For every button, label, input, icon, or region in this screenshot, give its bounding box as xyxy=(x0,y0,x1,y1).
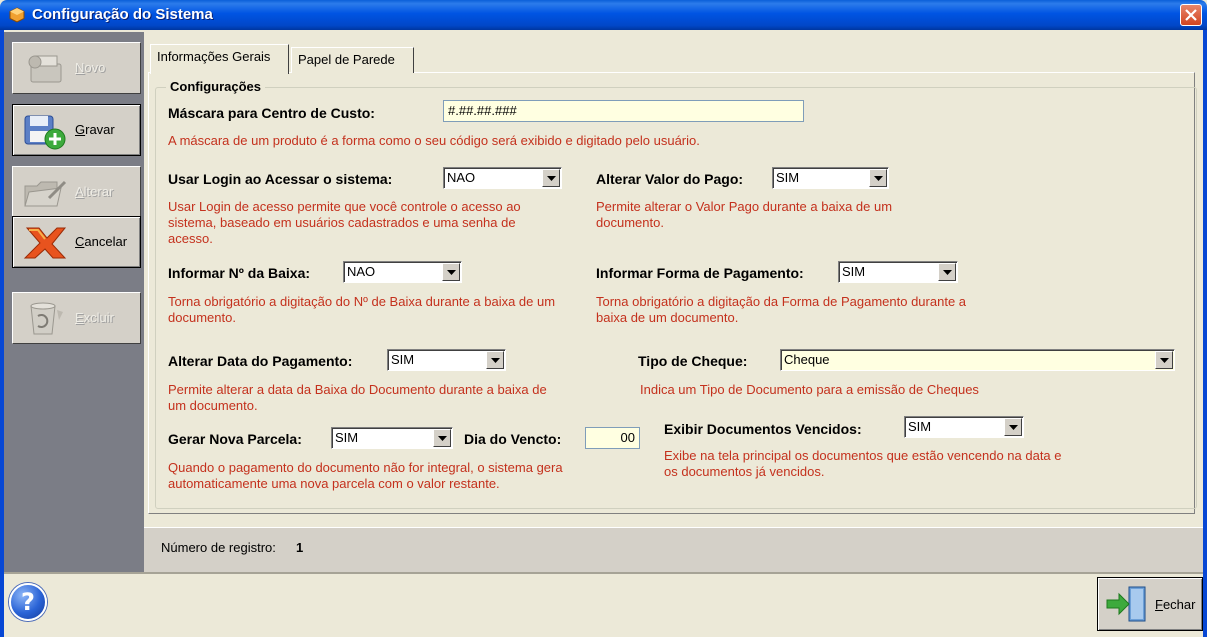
show-overdue-value: SIM xyxy=(908,419,932,434)
chevron-down-icon xyxy=(1009,425,1018,430)
save-button-label: Gravar xyxy=(75,122,115,137)
dropdown-arrow[interactable] xyxy=(869,169,887,187)
alter-date-description: Permite alterar a data da Baixa do Docum… xyxy=(168,382,547,413)
chevron-down-icon xyxy=(1160,358,1169,363)
new-button-label: Novo xyxy=(75,60,106,75)
close-button[interactable]: Fechar xyxy=(1097,577,1203,631)
payment-form-select[interactable]: SIM xyxy=(838,261,958,283)
inform-number-label: Informar Nº da Baixa: xyxy=(168,265,311,281)
save-button[interactable]: Gravar xyxy=(12,104,141,156)
help-icon: ? xyxy=(21,588,35,616)
alter-paid-description: Permite alterar o Valor Pago durante a b… xyxy=(596,199,893,230)
chevron-down-icon xyxy=(447,270,456,275)
delete-button-label: Excluir xyxy=(75,310,115,325)
new-installment-description: Quando o pagamento do documento não for … xyxy=(168,460,563,491)
delete-button[interactable]: Excluir xyxy=(12,292,141,344)
payment-form-value: SIM xyxy=(842,264,866,279)
chevron-down-icon xyxy=(547,176,556,181)
window-title: Configuração do Sistema xyxy=(32,6,213,23)
group-title: Configurações xyxy=(166,79,266,94)
title-bar: Configuração do Sistema xyxy=(0,0,1207,30)
new-record-icon xyxy=(28,55,62,83)
mask-description: A máscara de um produto é a forma como o… xyxy=(168,133,700,148)
mask-input[interactable]: #.##.##.### xyxy=(443,100,804,122)
show-overdue-description: Exibe na tela principal os documentos qu… xyxy=(664,448,1062,479)
exit-door-icon xyxy=(1106,586,1146,622)
dropdown-arrow[interactable] xyxy=(938,263,956,281)
chevron-down-icon xyxy=(874,176,883,181)
alter-date-label: Alterar Data do Pagamento: xyxy=(168,353,353,369)
chevron-down-icon xyxy=(491,358,500,363)
check-type-select[interactable]: Cheque xyxy=(780,349,1175,371)
inform-number-select[interactable]: NAO xyxy=(343,261,462,283)
close-window-button[interactable] xyxy=(1180,4,1202,26)
dropdown-arrow[interactable] xyxy=(542,169,560,187)
cancel-button[interactable]: Cancelar xyxy=(12,216,141,268)
new-installment-value: SIM xyxy=(335,430,359,445)
new-installment-label: Gerar Nova Parcela: xyxy=(168,431,302,447)
window-frame-right xyxy=(1203,30,1207,637)
close-icon xyxy=(1185,9,1197,21)
alter-paid-label: Alterar Valor do Pago: xyxy=(596,171,744,187)
check-type-value: Cheque xyxy=(784,352,830,367)
chevron-down-icon xyxy=(438,436,447,441)
dropdown-arrow[interactable] xyxy=(1004,418,1022,436)
edit-button[interactable]: Alterar xyxy=(12,166,141,218)
save-icon xyxy=(24,115,66,150)
alter-date-value: SIM xyxy=(391,352,415,367)
edit-button-label: Alterar xyxy=(75,184,114,199)
dropdown-arrow[interactable] xyxy=(433,429,451,447)
use-login-description: Usar Login de acesso permite que você co… xyxy=(168,199,521,246)
new-installment-select[interactable]: SIM xyxy=(331,427,453,449)
help-button[interactable]: ? xyxy=(9,583,47,621)
cancel-icon xyxy=(23,227,67,259)
chevron-down-icon xyxy=(943,270,952,275)
new-button[interactable]: Novo xyxy=(12,42,141,94)
inform-number-description: Torna obrigatório a digitação do Nº de B… xyxy=(168,294,556,325)
edit-folder-icon xyxy=(24,180,67,207)
bottom-bar xyxy=(4,572,1203,637)
alter-date-select[interactable]: SIM xyxy=(387,349,506,371)
mask-label: Máscara para Centro de Custo: xyxy=(168,105,375,121)
cancel-button-label: Cancelar xyxy=(75,234,128,249)
show-overdue-label: Exibir Documentos Vencidos: xyxy=(664,421,862,437)
use-login-value: NAO xyxy=(447,170,476,185)
dropdown-arrow[interactable] xyxy=(1155,351,1173,369)
app-icon xyxy=(9,7,25,23)
dropdown-arrow[interactable] xyxy=(486,351,504,369)
payment-form-label: Informar Forma de Pagamento: xyxy=(596,265,804,281)
tab-papel-de-parede[interactable]: Papel de Parede xyxy=(291,47,414,73)
tab-label: Papel de Parede xyxy=(298,52,395,67)
alter-paid-value: SIM xyxy=(776,170,800,185)
tab-label: Informações Gerais xyxy=(157,49,271,64)
show-overdue-select[interactable]: SIM xyxy=(904,416,1024,438)
check-type-description: Indica um Tipo de Documento para a emiss… xyxy=(640,382,979,397)
tab-informacoes-gerais[interactable]: Informações Gerais xyxy=(150,44,289,74)
use-login-label: Usar Login ao Acessar o sistema: xyxy=(168,171,393,187)
payment-form-description: Torna obrigatório a digitação da Forma d… xyxy=(596,294,967,325)
use-login-select[interactable]: NAO xyxy=(443,167,562,189)
dropdown-arrow[interactable] xyxy=(442,263,460,281)
record-number-label: Número de registro: xyxy=(161,540,276,555)
due-day-label: Dia do Vencto: xyxy=(464,431,562,447)
recycle-bin-icon xyxy=(30,302,63,335)
record-number-value: 1 xyxy=(296,540,304,555)
alter-paid-select[interactable]: SIM xyxy=(772,167,889,189)
close-button-label: Fechar xyxy=(1155,597,1196,612)
check-type-label: Tipo de Cheque: xyxy=(638,353,748,369)
due-day-input[interactable]: 00 xyxy=(585,427,640,449)
inform-number-value: NAO xyxy=(347,264,376,279)
